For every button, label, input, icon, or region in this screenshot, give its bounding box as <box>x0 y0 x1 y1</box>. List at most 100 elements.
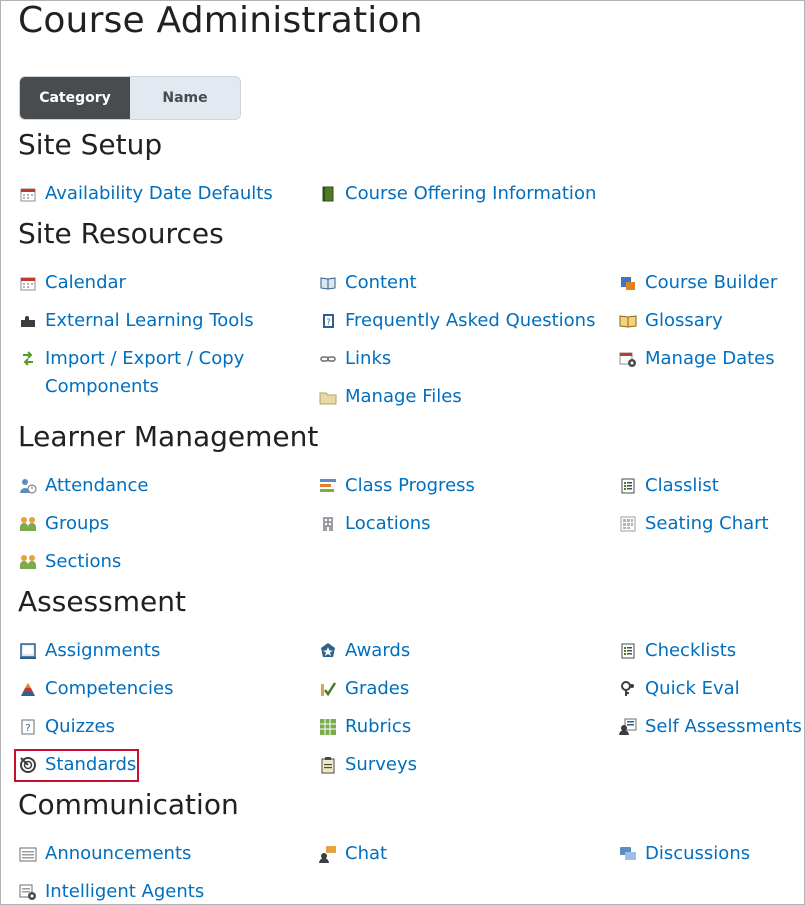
quick-eval-icon <box>621 681 634 696</box>
link-label: Seating Chart <box>645 513 769 534</box>
link-quick-eval[interactable]: Quick Eval <box>619 675 740 703</box>
faq-icon: ? <box>323 314 334 328</box>
link-availability-date-defaults[interactable]: Availability Date Defaults <box>19 180 273 208</box>
link-label: Content <box>345 272 417 293</box>
link-chat[interactable]: Chat <box>319 840 387 868</box>
link-label: Grades <box>345 678 410 699</box>
assignments-icon <box>20 643 36 659</box>
open-book-icon <box>320 277 336 290</box>
link-label: Sections <box>45 551 122 572</box>
link-label: Locations <box>345 513 431 534</box>
section-title-site-setup: Site Setup <box>18 128 163 161</box>
link-label: Self Assessments <box>645 716 802 737</box>
link-label: Awards <box>345 640 411 661</box>
link-label: Quizzes <box>45 716 115 737</box>
self-assessment-icon <box>619 718 637 735</box>
link-label: Checklists <box>645 640 737 661</box>
calendar-icon <box>20 188 36 202</box>
toggle-name-button[interactable]: Name <box>130 77 240 119</box>
link-label: Surveys <box>345 754 417 775</box>
link-competencies[interactable]: Competencies <box>19 675 174 703</box>
section-title-assessment: Assessment <box>18 585 186 618</box>
svg-text:?: ? <box>326 318 330 327</box>
link-label: Manage Files <box>345 386 462 407</box>
link-course-builder[interactable]: Course Builder <box>619 269 777 297</box>
link-label: Frequently Asked Questions <box>345 310 596 331</box>
link-class-progress[interactable]: Class Progress <box>319 472 475 500</box>
checklist-icon <box>621 643 635 659</box>
link-label: Discussions <box>645 843 751 864</box>
class-progress-icon <box>320 479 336 492</box>
announcements-icon <box>19 847 37 862</box>
link-sections[interactable]: Sections <box>19 548 121 576</box>
link-attendance[interactable]: Attendance <box>19 472 148 500</box>
link-label: External Learning Tools <box>45 310 254 331</box>
view-toggle: Category Name <box>19 76 241 120</box>
link-label: Rubrics <box>345 716 412 737</box>
link-label: Glossary <box>645 310 723 331</box>
rubrics-icon <box>320 719 336 735</box>
list-icon <box>621 478 635 494</box>
link-course-offering-information[interactable]: Course Offering Information <box>319 180 596 208</box>
chat-icon <box>319 846 336 863</box>
link-rubrics[interactable]: Rubrics <box>319 713 411 741</box>
link-announcements[interactable]: Announcements <box>19 840 191 868</box>
link-self-assessments[interactable]: Self Assessments <box>619 713 802 741</box>
link-glossary[interactable]: Glossary <box>619 307 723 335</box>
link-links[interactable]: Links <box>319 345 391 373</box>
clipboard-icon <box>321 757 335 774</box>
toggle-category-button[interactable]: Category <box>20 77 130 119</box>
link-label: Import / Export / Copy Components <box>45 348 245 397</box>
link-calendar[interactable]: Calendar <box>19 269 126 297</box>
puzzle-icon <box>21 316 35 327</box>
link-chain-icon <box>320 356 336 362</box>
link-external-learning-tools[interactable]: External Learning Tools <box>19 307 254 335</box>
book-icon <box>322 186 334 202</box>
calendar-icon <box>20 277 36 291</box>
link-intelligent-agents[interactable]: Intelligent Agents <box>19 878 204 905</box>
link-label: Manage Dates <box>645 348 775 369</box>
page-title: Course Administration <box>18 0 423 41</box>
link-label: Competencies <box>45 678 174 699</box>
link-locations[interactable]: Locations <box>319 510 431 538</box>
grades-icon <box>321 682 337 697</box>
link-content[interactable]: Content <box>319 269 417 297</box>
link-seating-chart[interactable]: Seating Chart <box>619 510 769 538</box>
link-label: Attendance <box>45 475 149 496</box>
pyramid-icon <box>21 683 35 696</box>
link-label: Calendar <box>45 272 126 293</box>
quiz-icon: ? <box>21 719 35 735</box>
link-groups[interactable]: Groups <box>19 510 109 538</box>
link-manage-dates[interactable]: Manage Dates <box>619 345 775 373</box>
link-label: Groups <box>45 513 110 534</box>
link-checklists[interactable]: Checklists <box>619 637 736 665</box>
link-discussions[interactable]: Discussions <box>619 840 750 868</box>
section-title-site-resources: Site Resources <box>18 217 224 250</box>
link-label: Availability Date Defaults <box>45 183 273 204</box>
sections-icon <box>20 555 36 569</box>
link-import-export-copy-components[interactable]: Import / Export / Copy Components <box>19 345 259 401</box>
link-manage-files[interactable]: Manage Files <box>319 383 462 411</box>
award-icon <box>321 643 335 657</box>
link-label: Classlist <box>645 475 719 496</box>
link-awards[interactable]: Awards <box>319 637 410 665</box>
link-label: Course Builder <box>645 272 778 293</box>
link-label: Intelligent Agents <box>45 881 205 902</box>
course-builder-icon <box>621 277 635 290</box>
link-classlist[interactable]: Classlist <box>619 472 719 500</box>
link-assignments[interactable]: Assignments <box>19 637 160 665</box>
standards-highlight-box <box>14 749 139 782</box>
import-export-icon <box>23 351 33 366</box>
glossary-icon <box>619 315 637 328</box>
link-faq[interactable]: ? Frequently Asked Questions <box>319 307 595 335</box>
folder-icon <box>319 392 337 405</box>
seating-chart-icon <box>620 516 636 532</box>
link-grades[interactable]: Grades <box>319 675 409 703</box>
manage-dates-icon <box>619 352 636 367</box>
discussions-icon <box>620 847 636 860</box>
link-label: Class Progress <box>345 475 475 496</box>
link-surveys[interactable]: Surveys <box>319 751 417 779</box>
link-quizzes[interactable]: ? Quizzes <box>19 713 115 741</box>
attendance-icon <box>20 479 37 494</box>
svg-text:?: ? <box>25 723 30 734</box>
